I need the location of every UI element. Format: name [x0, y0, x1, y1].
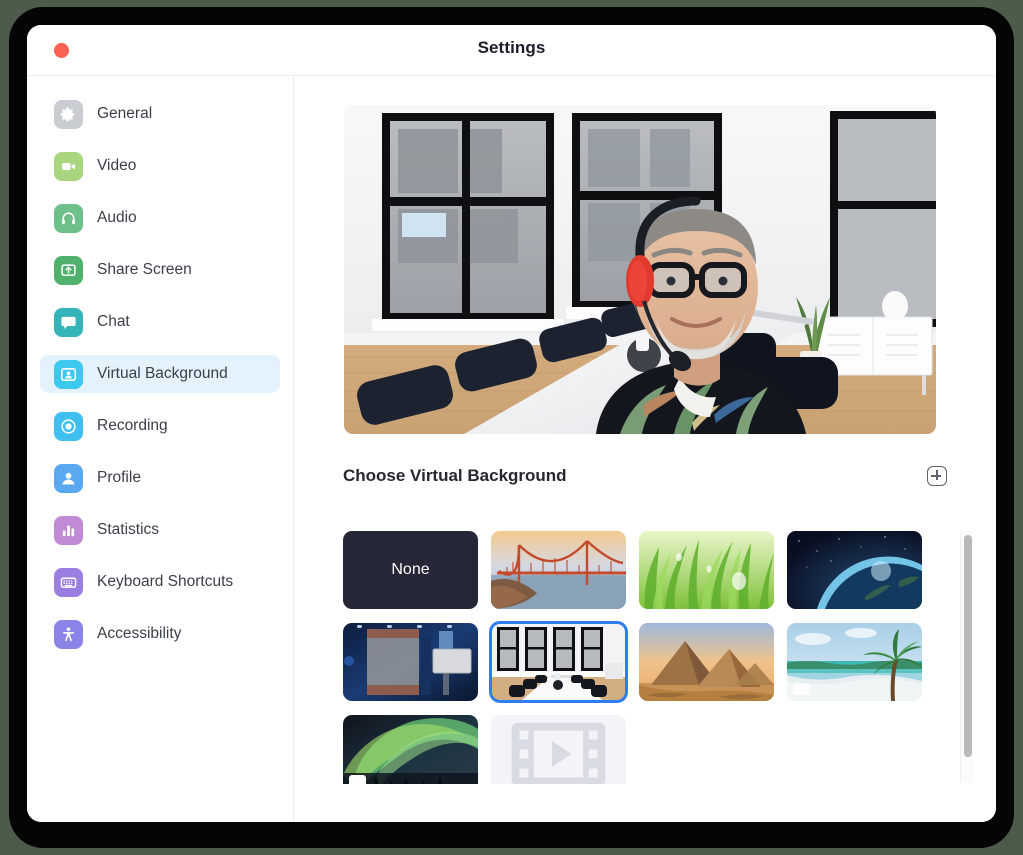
background-thumbnail-aurora-borealis[interactable] — [343, 715, 478, 784]
person-icon — [54, 464, 83, 493]
chat-bubble-icon — [54, 308, 83, 337]
sidebar-item-video[interactable]: Video — [40, 147, 280, 185]
background-thumbnail-none[interactable]: None — [343, 531, 478, 609]
title-bar: Settings — [27, 25, 996, 76]
accessibility-icon — [54, 620, 83, 649]
sidebar-item-label: Keyboard Shortcuts — [97, 573, 233, 591]
sidebar-item-recording[interactable]: Recording — [40, 407, 280, 445]
bar-chart-icon — [54, 516, 83, 545]
share-screen-icon — [54, 256, 83, 285]
settings-sidebar: General Video Audio Share Screen Chat Virtual… — [27, 76, 294, 822]
sidebar-item-label: Audio — [97, 209, 137, 227]
screen: Settings General Video Audio Share Screen Ch… — [0, 0, 1023, 855]
sidebar-item-general[interactable]: General — [40, 95, 280, 133]
headphones-icon — [54, 204, 83, 233]
sidebar-item-virtual-background[interactable]: Virtual Background — [40, 355, 280, 393]
sidebar-item-label: Profile — [97, 469, 141, 487]
sidebar-item-label: Recording — [97, 417, 168, 435]
background-thumbnail-earth-from-space[interactable] — [787, 531, 922, 609]
background-thumbnail-pyramids[interactable] — [639, 623, 774, 701]
sidebar-item-share-screen[interactable]: Share Screen — [40, 251, 280, 289]
background-thumbnail-blue-office-screens[interactable] — [343, 623, 478, 701]
background-thumbnail-golden-gate-bridge[interactable] — [491, 531, 626, 609]
background-thumbnail-conference-room[interactable] — [491, 623, 626, 701]
backgrounds-grid: None — [343, 531, 947, 784]
film-play-icon — [491, 715, 626, 784]
sidebar-item-label: Accessibility — [97, 625, 181, 643]
record-circle-icon — [54, 412, 83, 441]
sidebar-item-statistics[interactable]: Statistics — [40, 511, 280, 549]
background-thumbnail-green-grass[interactable] — [639, 531, 774, 609]
keyboard-icon — [54, 568, 83, 597]
sidebar-item-label: Statistics — [97, 521, 159, 539]
backgrounds-scrollbar[interactable] — [960, 530, 973, 783]
sidebar-item-label: Virtual Background — [97, 365, 228, 383]
sidebar-item-keyboard-shortcuts[interactable]: Keyboard Shortcuts — [40, 563, 280, 601]
thumbnail-badge — [349, 775, 366, 784]
add-background-button[interactable] — [927, 466, 947, 486]
virtual-background-icon — [54, 360, 83, 389]
none-label: None — [391, 561, 429, 579]
sidebar-item-profile[interactable]: Profile — [40, 459, 280, 497]
background-thumbnail-add-video[interactable] — [491, 715, 626, 784]
virtual-background-panel: Choose Virtual Background None — [295, 76, 996, 822]
window-title: Settings — [27, 38, 996, 58]
background-thumbnail-tropical-beach[interactable] — [787, 623, 922, 701]
scrollbar-thumb[interactable] — [964, 535, 972, 757]
sidebar-item-audio[interactable]: Audio — [40, 199, 280, 237]
gear-icon — [54, 100, 83, 129]
section-title: Choose Virtual Background — [343, 466, 567, 486]
video-preview — [344, 105, 936, 434]
settings-window: Settings General Video Audio Share Screen Ch… — [27, 25, 996, 822]
sidebar-item-chat[interactable]: Chat — [40, 303, 280, 341]
sidebar-item-accessibility[interactable]: Accessibility — [40, 615, 280, 653]
thumbnail-badge — [793, 683, 810, 695]
sidebar-item-label: General — [97, 105, 152, 123]
sidebar-item-label: Chat — [97, 313, 130, 331]
sidebar-item-label: Share Screen — [97, 261, 192, 279]
sidebar-item-label: Video — [97, 157, 136, 175]
choose-background-header: Choose Virtual Background — [343, 463, 947, 489]
backgrounds-grid-viewport: None — [343, 531, 947, 784]
video-camera-icon — [54, 152, 83, 181]
